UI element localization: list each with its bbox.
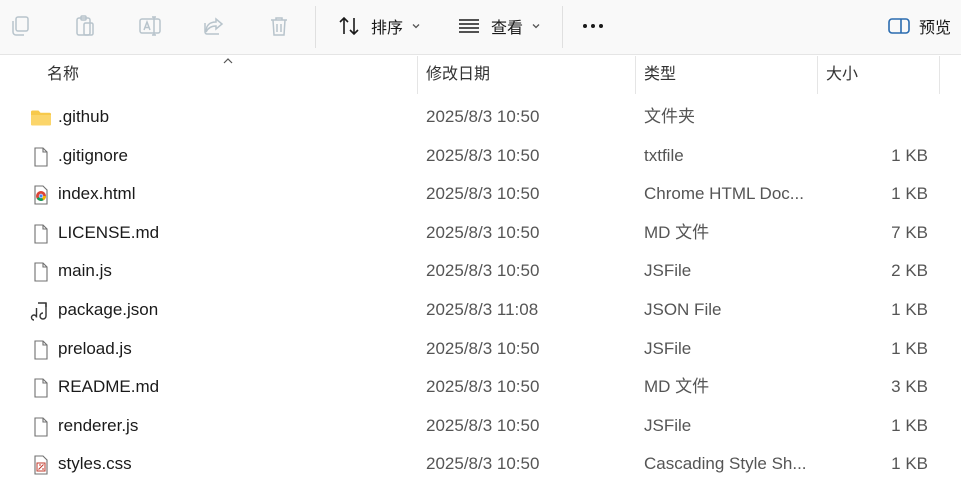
file-row[interactable]: preload.js 2025/8/3 10:50 JSFile 1 KB bbox=[0, 330, 961, 369]
file-name: styles.css bbox=[58, 454, 132, 474]
paste-icon[interactable] bbox=[71, 12, 99, 40]
file-size: 1 KB bbox=[891, 299, 928, 319]
file-modified: 2025/8/3 10:50 bbox=[426, 222, 540, 242]
file-name: .gitignore bbox=[58, 145, 128, 165]
file-type: MD 文件 bbox=[644, 377, 710, 397]
file-modified: 2025/8/3 11:08 bbox=[426, 299, 539, 319]
file-size: 2 KB bbox=[891, 261, 928, 281]
file-icon bbox=[30, 339, 52, 361]
file-name: package.json bbox=[58, 299, 159, 319]
file-row[interactable]: README.md 2025/8/3 10:50 MD 文件 3 KB bbox=[0, 368, 961, 407]
column-size-header[interactable]: 大小 bbox=[826, 56, 858, 94]
file-row[interactable]: package.json 2025/8/3 11:08 JSON File 1 … bbox=[0, 291, 961, 330]
rename-icon[interactable] bbox=[136, 12, 164, 40]
more-icon[interactable] bbox=[583, 24, 603, 28]
file-type: 文件夹 bbox=[644, 107, 695, 126]
file-size: 1 KB bbox=[891, 184, 928, 204]
folder-icon bbox=[30, 107, 52, 129]
file-type: JSFile bbox=[644, 415, 692, 435]
view-icon bbox=[459, 19, 479, 33]
file-icon bbox=[30, 223, 52, 245]
file-name: main.js bbox=[58, 261, 112, 281]
file-name: README.md bbox=[58, 377, 160, 397]
file-size: 3 KB bbox=[891, 377, 928, 397]
file-size: 7 KB bbox=[891, 222, 928, 242]
file-modified: 2025/8/3 10:50 bbox=[426, 415, 540, 435]
file-modified: 2025/8/3 10:50 bbox=[426, 261, 540, 281]
file-icon bbox=[30, 416, 52, 438]
view-label: 查看 bbox=[491, 20, 524, 37]
copy-icon[interactable] bbox=[6, 12, 34, 40]
css-file-icon bbox=[30, 454, 52, 476]
column-divider[interactable] bbox=[635, 56, 636, 94]
chevron-down-icon bbox=[412, 24, 420, 29]
file-icon bbox=[30, 261, 52, 283]
file-row[interactable]: renderer.js 2025/8/3 10:50 JSFile 1 KB bbox=[0, 407, 961, 446]
file-name: preload.js bbox=[58, 338, 132, 358]
toolbar-separator bbox=[315, 6, 316, 48]
file-type: JSFile bbox=[644, 338, 692, 358]
chevron-down-icon bbox=[532, 24, 540, 29]
file-name: renderer.js bbox=[58, 415, 139, 435]
file-modified: 2025/8/3 10:50 bbox=[426, 145, 540, 165]
file-type: JSFile bbox=[644, 261, 692, 281]
file-modified: 2025/8/3 10:50 bbox=[426, 184, 540, 204]
file-row[interactable]: styles.css 2025/8/3 10:50 Cascading Styl… bbox=[0, 445, 961, 484]
column-header: 名称 修改日期 类型 大小 bbox=[0, 56, 961, 94]
file-name: .github bbox=[58, 107, 110, 126]
file-row[interactable]: LICENSE.md 2025/8/3 10:50 MD 文件 7 KB bbox=[0, 214, 961, 253]
file-type: JSON File bbox=[644, 299, 722, 319]
file-size: 1 KB bbox=[891, 145, 928, 165]
file-modified: 2025/8/3 10:50 bbox=[426, 107, 540, 126]
file-size: 1 KB bbox=[891, 415, 928, 435]
sort-ascending-icon bbox=[223, 58, 233, 64]
sort-icon bbox=[339, 16, 359, 36]
file-row[interactable]: index.html 2025/8/3 10:50 Chrome HTML Do… bbox=[0, 175, 961, 214]
file-row[interactable]: .github 2025/8/3 10:50 文件夹 bbox=[0, 98, 961, 137]
file-type: txtfile bbox=[644, 145, 684, 165]
preview-pane-icon bbox=[888, 18, 910, 34]
file-modified: 2025/8/3 10:50 bbox=[426, 338, 540, 358]
file-name: index.html bbox=[58, 184, 136, 204]
file-row[interactable]: main.js 2025/8/3 10:50 JSFile 2 KB bbox=[0, 252, 961, 291]
file-list: .github 2025/8/3 10:50 文件夹 .gitignore 20… bbox=[0, 98, 961, 484]
file-type: MD 文件 bbox=[644, 222, 710, 242]
json-file-icon bbox=[30, 300, 52, 322]
file-icon bbox=[30, 146, 52, 168]
file-size: 1 KB bbox=[891, 454, 928, 474]
column-divider[interactable] bbox=[939, 56, 940, 94]
file-icon bbox=[30, 377, 52, 399]
preview-button[interactable]: 预览 bbox=[887, 12, 951, 40]
file-row[interactable]: .gitignore 2025/8/3 10:50 txtfile 1 KB bbox=[0, 137, 961, 176]
command-bar: 排序 查看 预览 bbox=[0, 0, 961, 55]
file-modified: 2025/8/3 10:50 bbox=[426, 377, 540, 397]
file-modified: 2025/8/3 10:50 bbox=[426, 454, 540, 474]
column-name-header[interactable]: 名称 bbox=[47, 56, 79, 94]
file-type: Cascading Style Sh... bbox=[644, 454, 807, 474]
share-icon[interactable] bbox=[200, 12, 228, 40]
column-type-header[interactable]: 类型 bbox=[644, 56, 676, 94]
column-modified-header[interactable]: 修改日期 bbox=[426, 56, 490, 94]
chrome-html-icon bbox=[30, 184, 52, 206]
sort-button[interactable]: 排序 bbox=[337, 12, 421, 40]
column-divider[interactable] bbox=[817, 56, 818, 94]
file-size: 1 KB bbox=[891, 338, 928, 358]
file-type: Chrome HTML Doc... bbox=[644, 184, 804, 204]
preview-label: 预览 bbox=[919, 20, 952, 37]
sort-label: 排序 bbox=[371, 20, 404, 37]
delete-icon[interactable] bbox=[265, 12, 293, 40]
view-button[interactable]: 查看 bbox=[457, 12, 541, 40]
file-name: LICENSE.md bbox=[58, 222, 160, 242]
column-divider[interactable] bbox=[417, 56, 418, 94]
toolbar-separator bbox=[562, 6, 563, 48]
